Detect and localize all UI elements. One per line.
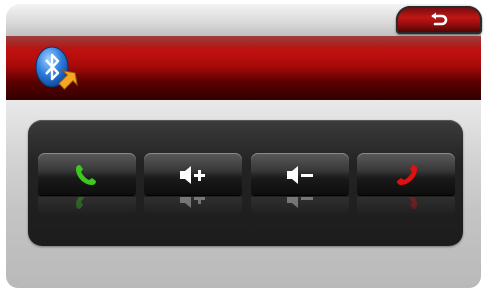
return-arrow-icon	[431, 12, 448, 26]
bluetooth-phone-screen	[0, 0, 487, 294]
volume-up-icon	[180, 166, 205, 184]
volume-down-reflection	[251, 197, 349, 215]
volume-up-button[interactable]	[144, 153, 242, 195]
answer-call-button[interactable]	[38, 153, 136, 195]
hangup-call-button[interactable]	[357, 153, 455, 195]
volume-down-button[interactable]	[251, 153, 349, 195]
phone-answer-icon	[76, 165, 96, 185]
volume-down-icon	[287, 166, 313, 184]
volume-up-reflection	[144, 197, 242, 215]
back-button[interactable]	[396, 6, 482, 34]
bluetooth-icon	[35, 46, 78, 90]
answer-button-reflection	[38, 197, 136, 215]
hangup-button-reflection	[357, 197, 455, 215]
phone-hangup-icon	[397, 165, 417, 185]
